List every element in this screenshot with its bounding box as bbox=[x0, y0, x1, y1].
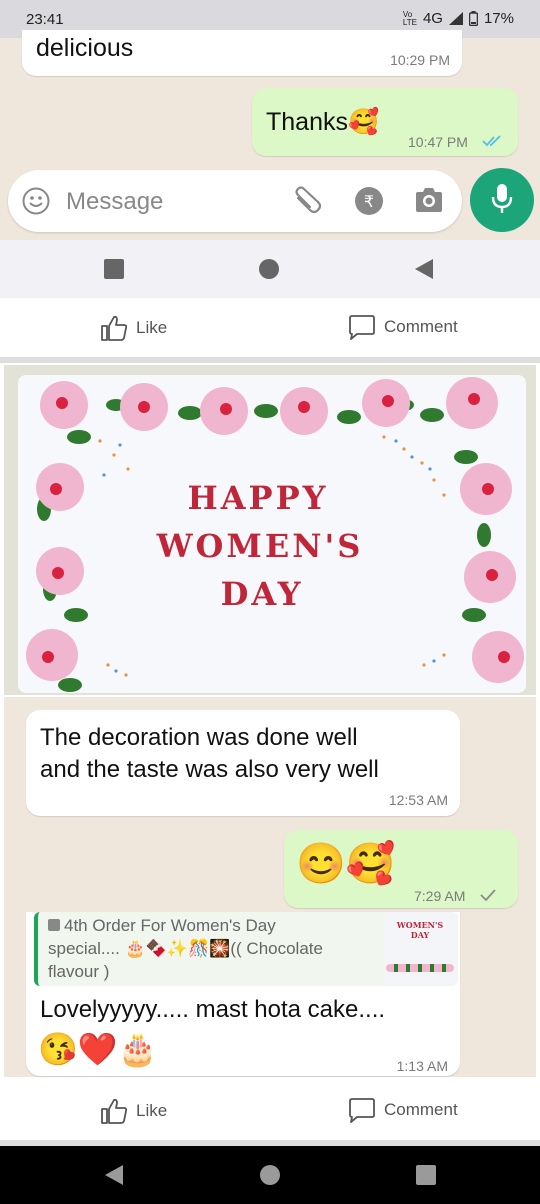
cake-text-happy: HAPPY bbox=[187, 479, 328, 517]
emoji-line: 😘❤️🎂 bbox=[38, 1031, 158, 1067]
network-type: 4G bbox=[422, 10, 443, 27]
embedded-nav-bar bbox=[0, 240, 540, 298]
message-text: delicious bbox=[36, 34, 134, 62]
like-label: Like bbox=[136, 318, 168, 337]
message-time: 10:29 PM bbox=[390, 52, 450, 68]
message-input-bar[interactable]: Message ₹ bbox=[8, 170, 462, 232]
home-icon[interactable] bbox=[260, 1165, 280, 1185]
message-text: Thanks🥰 bbox=[266, 108, 380, 136]
post-divider bbox=[0, 357, 540, 363]
volte-icon: Vo LTE bbox=[402, 9, 417, 27]
post-actions: Like Comment bbox=[0, 1081, 540, 1143]
message-text: The decoration was done well and the tas… bbox=[40, 724, 379, 783]
thumbnail-flowers bbox=[386, 964, 454, 972]
signal-icon bbox=[448, 12, 463, 25]
battery-level: 17% bbox=[483, 10, 514, 27]
home-icon bbox=[259, 259, 279, 279]
like-button[interactable]: Like bbox=[100, 314, 167, 342]
status-time: 23:41 bbox=[26, 11, 64, 28]
comment-label: Comment bbox=[384, 317, 458, 336]
recent-apps-icon bbox=[104, 259, 124, 279]
read-receipt-icon bbox=[482, 135, 501, 147]
comment-button[interactable]: Comment bbox=[348, 1097, 458, 1123]
attach-icon[interactable] bbox=[292, 186, 324, 216]
quote-thumbnail: WOMEN'S DAY bbox=[384, 912, 456, 984]
quoted-message[interactable]: 4th Order For Women's Day special.... 🎂🍫… bbox=[34, 912, 458, 986]
mic-icon bbox=[491, 184, 513, 213]
battery-icon bbox=[468, 11, 478, 26]
message-time: 7:29 AM bbox=[414, 888, 466, 904]
cake-drawing: HAPPY WOMEN'S DAY bbox=[4, 365, 536, 695]
comment-icon bbox=[349, 1098, 375, 1123]
like-button[interactable]: Like bbox=[100, 1097, 167, 1125]
camera-icon[interactable] bbox=[414, 187, 444, 213]
cake-text-day: DAY bbox=[221, 575, 304, 613]
payment-icon[interactable]: ₹ bbox=[354, 186, 384, 216]
mic-button[interactable] bbox=[470, 168, 534, 232]
comment-button[interactable]: Comment bbox=[348, 314, 458, 340]
message-outgoing: Thanks🥰 10:47 PM bbox=[252, 88, 518, 156]
comment-label: Comment bbox=[384, 1100, 458, 1119]
status-icons: Vo LTE 4G 17% bbox=[403, 10, 514, 27]
comment-icon bbox=[349, 315, 375, 340]
delivered-check-icon bbox=[480, 889, 496, 902]
back-icon bbox=[415, 259, 433, 279]
thumbs-up-icon bbox=[101, 315, 128, 341]
svg-text:₹: ₹ bbox=[364, 192, 374, 211]
recent-apps-icon[interactable] bbox=[416, 1165, 436, 1185]
system-nav-bar bbox=[0, 1146, 540, 1204]
photo-icon bbox=[48, 919, 60, 931]
message-incoming: The decoration was done well and the tas… bbox=[26, 710, 460, 816]
emoji-icon[interactable] bbox=[22, 187, 50, 215]
smiling-hearts-emoji: 🥰 bbox=[347, 108, 380, 136]
message-incoming-reply: 4th Order For Women's Day special.... 🎂🍫… bbox=[26, 912, 460, 1076]
message-input[interactable]: Message bbox=[66, 188, 163, 216]
post-actions: Like Comment bbox=[0, 298, 540, 360]
message-text: Lovelyyyyy..... mast hota cake.... bbox=[40, 996, 386, 1023]
back-icon[interactable] bbox=[103, 1164, 125, 1186]
message-time: 10:47 PM bbox=[408, 134, 468, 150]
thumbs-up-icon bbox=[101, 1098, 128, 1124]
cake-photo[interactable]: HAPPY WOMEN'S DAY bbox=[4, 365, 536, 695]
message-outgoing: 😊🥰 7:29 AM bbox=[284, 830, 518, 908]
quote-text: 4th Order For Women's Day special.... 🎂🍫… bbox=[48, 916, 323, 981]
like-label: Like bbox=[136, 1101, 168, 1120]
message-time: 1:13 AM bbox=[396, 1058, 448, 1074]
cake-text-womens: WOMEN'S bbox=[156, 527, 364, 565]
thumbnail-text: WOMEN'S DAY bbox=[396, 920, 444, 940]
emoji-message: 😊🥰 bbox=[296, 842, 396, 886]
message-time: 12:53 AM bbox=[388, 792, 448, 808]
message-incoming: delicious 10:29 PM bbox=[22, 30, 462, 76]
